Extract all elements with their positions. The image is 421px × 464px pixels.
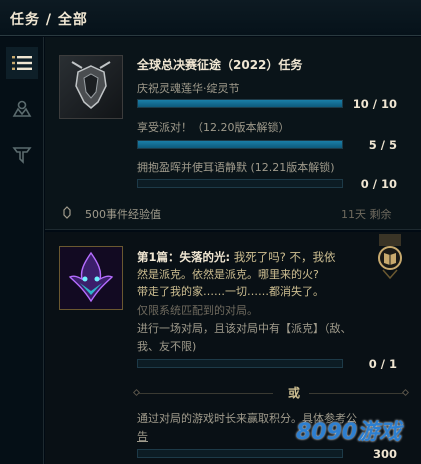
quest-portrait (59, 246, 123, 310)
quest-chapter-title: 第1篇：失落的光: (137, 250, 231, 264)
divider-diamond (132, 388, 141, 397)
progress-bar (137, 359, 343, 368)
objective-count: 0 / 1 (368, 357, 397, 371)
queue-note: 仅限系统匹配到的对局。 (137, 304, 258, 317)
site-watermark: 8090游戏 (296, 420, 402, 445)
progress-bar (137, 449, 343, 458)
sidebar-item-tft[interactable] (6, 139, 38, 171)
quest-title-line: 第1篇：失落的光: 我死了吗? 不，我依 (137, 249, 336, 265)
progress-fill (138, 141, 342, 148)
team-icon (12, 100, 32, 117)
sidebar (0, 37, 44, 464)
divider (137, 393, 273, 394)
sidebar-item-lol[interactable] (6, 93, 38, 125)
quest-title-line: 带走了我的家……一切……都消失了。 (137, 285, 324, 298)
objective-label: 进行一场对局，且该对局中有【派克】（敌、 (137, 322, 352, 335)
progress-fill (138, 100, 342, 107)
header-bar: 任务 / 全部 (0, 0, 421, 36)
objective-count: 0 / 10 (360, 177, 397, 191)
divider-diamond (401, 388, 410, 397)
time-remaining: 11天 剩余 (341, 208, 392, 221)
quest-title: 全球总决赛征途（2022）任务 (137, 58, 303, 72)
quest-title-text: 我死了吗? 不，我依 (230, 250, 336, 264)
divider (309, 393, 405, 394)
objective-label: 庆祝灵魂莲华·绽灵节 (137, 82, 240, 95)
objective-count: 5 / 5 (368, 138, 397, 152)
worlds-emblem-icon (71, 61, 111, 109)
progress-bar (137, 179, 343, 188)
objective-count: 10 / 10 (352, 97, 397, 111)
list-icon (12, 56, 32, 70)
objective-label: 我、友不限) (137, 340, 197, 353)
reward-label: 500事件经验值 (85, 208, 161, 221)
sidebar-item-all[interactable] (6, 47, 38, 79)
progress-bar (137, 99, 343, 108)
objective-label: 享受派对！（12.20版本解锁） (137, 121, 290, 134)
page-title: 任务 / 全部 (10, 12, 88, 28)
announcement-link[interactable]: 告 (137, 428, 148, 444)
or-label: 或 (288, 386, 301, 400)
objective-count: 300 (372, 447, 397, 461)
quest-portrait (59, 55, 123, 119)
progress-bar (137, 140, 343, 149)
quest-title-line: 然是派克。依然是派克。哪里来的火? (137, 268, 319, 281)
xp-icon (63, 206, 71, 219)
tft-icon (12, 147, 32, 164)
journal-badge-icon[interactable] (377, 234, 403, 280)
objective-label: 拥抱盈晖并使耳语静默 (12.21版本解锁) (137, 161, 335, 174)
pyke-emblem-icon (60, 247, 122, 309)
quest-card-worlds[interactable]: 全球总决赛征途（2022）任务 庆祝灵魂莲华·绽灵节 10 / 10 享受派对！… (45, 37, 421, 230)
